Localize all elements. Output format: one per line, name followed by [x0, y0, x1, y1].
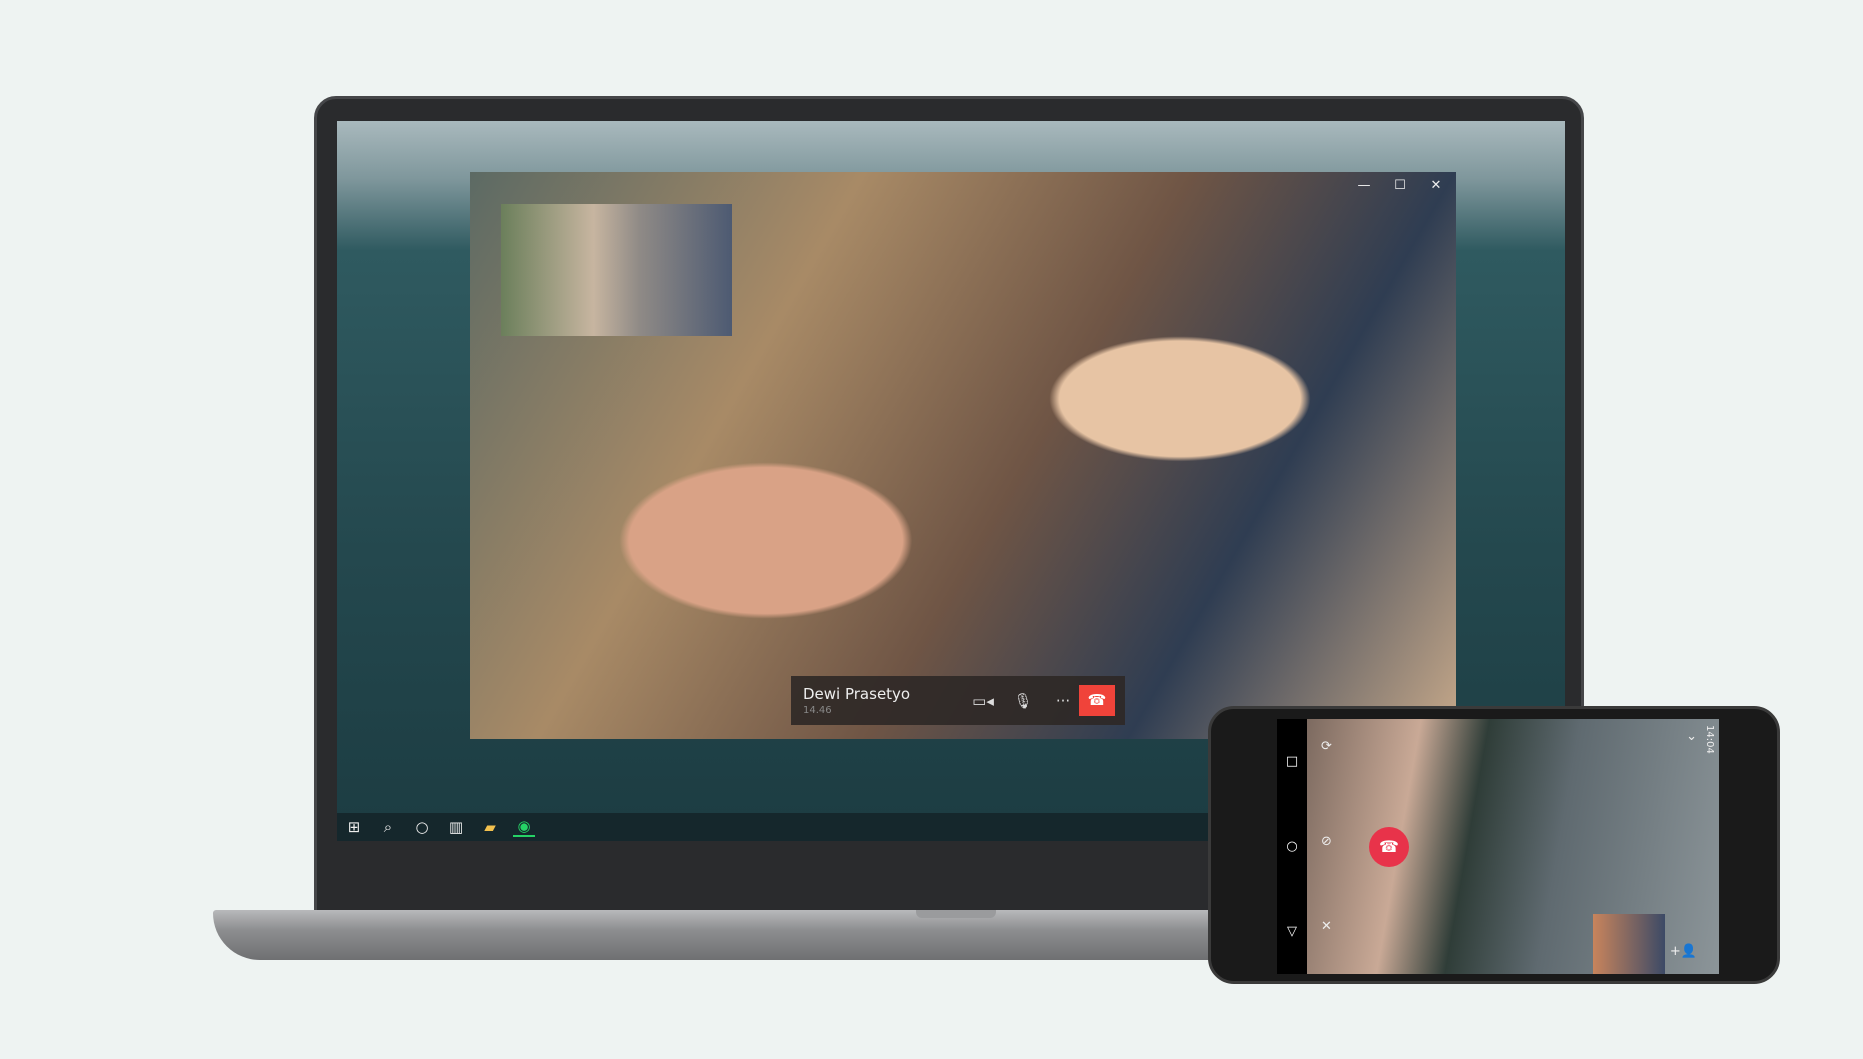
video-camera-icon[interactable]: ▭◂ [963, 692, 1003, 710]
home-icon[interactable]: ○ [1286, 839, 1297, 854]
search-icon[interactable]: ⌕ [377, 818, 399, 836]
recent-apps-icon[interactable]: □ [1286, 754, 1298, 769]
collapse-icon[interactable]: ⌄ [1686, 729, 1697, 744]
call-control-bar: Dewi Prasetyo 14.46 ▭◂ 🎙 ··· ☎ [791, 676, 1125, 725]
maximize-button[interactable]: ☐ [1380, 178, 1420, 193]
laptop-notch [916, 910, 996, 918]
end-call-button[interactable]: ☎ [1079, 685, 1115, 716]
back-icon[interactable]: ▽ [1287, 924, 1297, 939]
phone-video-call: ⟳ ⊘ ✕ ☎ ⌄ 14:04 +👤 [1307, 719, 1719, 974]
microphone-icon[interactable]: 🎙 [1003, 692, 1043, 710]
caller-name: Dewi Prasetyo [803, 685, 911, 703]
self-video-preview[interactable] [501, 204, 732, 336]
android-nav-bar: □ ○ ▽ [1277, 719, 1307, 974]
task-view-icon[interactable]: ▥ [445, 818, 467, 836]
more-options-icon[interactable]: ··· [1043, 692, 1083, 710]
cortana-icon[interactable]: ○ [411, 818, 433, 836]
close-button[interactable]: ✕ [1416, 178, 1456, 193]
add-participant-icon[interactable]: +👤 [1670, 944, 1697, 959]
phone: □ ○ ▽ ⟳ ⊘ ✕ ☎ ⌄ 14:04 +👤 [1208, 706, 1780, 984]
video-call-window: — ☐ ✕ Dewi Prasetyo 14.46 ▭◂ 🎙 ··· ☎ [470, 172, 1456, 739]
file-explorer-icon[interactable]: ▰ [479, 818, 501, 836]
minimize-button[interactable]: — [1344, 178, 1384, 193]
switch-camera-icon[interactable]: ⟳ [1321, 739, 1332, 754]
remote-pip-video[interactable] [1593, 914, 1665, 974]
call-duration: 14.46 [803, 705, 832, 716]
video-off-icon[interactable]: ⊘ [1321, 834, 1332, 849]
whatsapp-icon[interactable]: ◉ [513, 817, 535, 837]
windows-start-icon[interactable]: ⊞ [343, 818, 365, 836]
status-time: 14:04 [1704, 725, 1715, 754]
mute-icon[interactable]: ✕ [1321, 919, 1332, 934]
end-call-button[interactable]: ☎ [1369, 827, 1409, 867]
